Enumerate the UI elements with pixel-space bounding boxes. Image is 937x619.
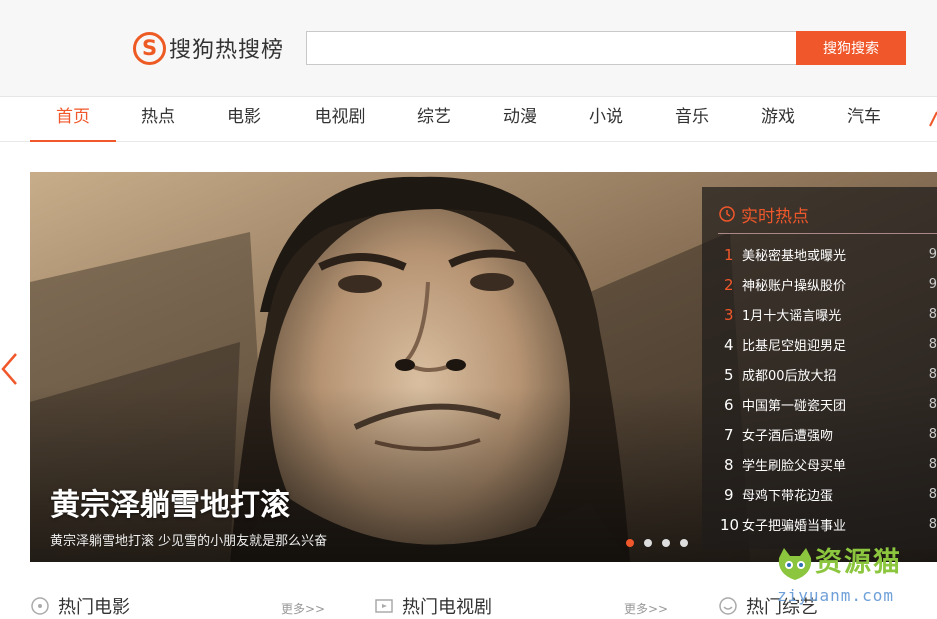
hot-rank: 8 — [724, 456, 734, 474]
realtime-hot-panel: 实时热点 1 美秘密基地或曝光 9 2 神秘账户操纵股价 9 3 1月十大谣言曝光 8 4比… — [702, 187, 937, 549]
list-item[interactable]: 8 学生刷脸父母买单 8 — [724, 450, 937, 480]
nav-item-tv[interactable]: 电视剧 — [306, 97, 374, 142]
hot-text[interactable]: 母鸡下带花边蛋 — [742, 482, 833, 512]
carousel-prev-arrow-icon[interactable] — [0, 352, 20, 386]
section-hot-movies-header[interactable]: 热门电影 — [30, 596, 130, 618]
list-item[interactable]: 5 成都00后放大招 8 — [724, 360, 937, 390]
hot-text[interactable]: 女子酒后遭强吻 — [742, 422, 833, 452]
hot-text[interactable]: 比基尼空姐迎男足 — [742, 332, 846, 362]
hot-cut-value: 8 — [928, 397, 937, 412]
hot-text[interactable]: 中国第一碰瓷天团 — [742, 392, 846, 422]
nav-item-movie[interactable]: 电影 — [214, 97, 274, 142]
logo-s-icon: S — [133, 31, 166, 65]
hot-text[interactable]: 美秘密基地或曝光 — [742, 242, 846, 272]
tv-icon — [375, 599, 393, 613]
sogou-logo[interactable]: S 搜狗热搜榜 — [133, 30, 284, 66]
more-link-tv[interactable]: 更多>> — [624, 600, 668, 617]
hot-cut-value: 9 — [928, 247, 937, 262]
logo-text: 搜狗热搜榜 — [169, 38, 285, 63]
nav-item-music[interactable]: 音乐 — [662, 97, 722, 142]
hot-text[interactable]: 成都00后放大招 — [742, 362, 837, 392]
hot-panel-title: 实时热点 — [741, 206, 809, 227]
hot-rank: 1 — [724, 246, 734, 264]
hot-panel-header: 实时热点 — [718, 201, 809, 227]
watermark-text: 资源猫 — [815, 547, 902, 578]
variety-icon — [719, 597, 737, 615]
nav-item-novel[interactable]: 小说 — [576, 97, 636, 142]
nav-overflow-icon[interactable] — [926, 110, 937, 128]
search-input[interactable] — [306, 31, 797, 65]
carousel-dot[interactable] — [680, 539, 688, 547]
list-item[interactable]: 1 美秘密基地或曝光 9 — [724, 240, 937, 270]
category-nav: 首页 热点 电影 电视剧 综艺 动漫 小说 音乐 游戏 汽车 — [0, 97, 937, 142]
section-hot-tv-header[interactable]: 热门电视剧 — [374, 596, 492, 618]
nav-item-variety[interactable]: 综艺 — [404, 97, 464, 142]
list-item[interactable]: 6 中国第一碰瓷天团 8 — [724, 390, 937, 420]
carousel-dot[interactable] — [644, 539, 652, 547]
film-icon — [31, 597, 49, 615]
banner-title[interactable]: 黄宗泽躺雪地打滚 — [50, 480, 290, 524]
hot-rank: 2 — [724, 276, 734, 294]
hot-list: 1 美秘密基地或曝光 9 2 神秘账户操纵股价 9 3 1月十大谣言曝光 8 4 比基尼空姐迎… — [720, 240, 937, 542]
section-title: 热门电影 — [58, 597, 130, 618]
hot-text[interactable]: 1月十大谣言曝光 — [742, 302, 841, 332]
hot-panel-divider — [718, 233, 937, 234]
hot-rank: 5 — [724, 366, 734, 384]
more-link-movies[interactable]: 更多>> — [281, 600, 325, 617]
hot-cut-value: 8 — [928, 517, 937, 532]
hot-rank: 6 — [724, 396, 734, 414]
hot-cut-value: 8 — [928, 307, 937, 322]
hot-rank: 3 — [724, 306, 734, 324]
nav-item-home[interactable]: 首页 — [30, 97, 116, 142]
hot-cut-value: 8 — [928, 457, 937, 472]
list-item[interactable]: 3 1月十大谣言曝光 8 — [724, 300, 937, 330]
hot-cut-value: 8 — [928, 487, 937, 502]
clock-icon — [719, 206, 735, 222]
hot-rank: 4 — [724, 336, 734, 354]
hot-cut-value: 8 — [928, 427, 937, 442]
hot-cut-value: 8 — [928, 337, 937, 352]
nav-item-anime[interactable]: 动漫 — [490, 97, 550, 142]
hot-text[interactable]: 学生刷脸父母买单 — [742, 452, 846, 482]
carousel-dot[interactable] — [626, 539, 634, 547]
list-item[interactable]: 4 比基尼空姐迎男足 8 — [724, 330, 937, 360]
hot-rank: 10 — [720, 516, 740, 534]
hot-text[interactable]: 女子把骗婚当事业 — [742, 512, 846, 542]
carousel-dot[interactable] — [662, 539, 670, 547]
watermark: 资源猫 ziyuanm.com — [773, 540, 937, 611]
list-item[interactable]: 10 女子把骗婚当事业 8 — [720, 510, 937, 542]
list-item[interactable]: 9 母鸡下带花边蛋 8 — [724, 480, 937, 510]
cat-logo-icon — [778, 548, 812, 580]
section-title: 热门电视剧 — [402, 597, 492, 618]
watermark-url: ziyuanm.com — [777, 586, 894, 605]
list-item[interactable]: 7 女子酒后遭强吻 8 — [724, 420, 937, 450]
list-item[interactable]: 2 神秘账户操纵股价 9 — [724, 270, 937, 300]
hot-cut-value: 9 — [928, 277, 937, 292]
hot-rank: 9 — [724, 486, 734, 504]
hot-rank: 7 — [724, 426, 734, 444]
nav-item-game[interactable]: 游戏 — [748, 97, 808, 142]
hot-cut-value: 8 — [928, 367, 937, 382]
nav-item-hot[interactable]: 热点 — [128, 97, 188, 142]
carousel-dots — [626, 539, 688, 547]
top-header: S 搜狗热搜榜 搜狗搜索 — [0, 0, 937, 97]
banner-subtitle: 黄宗泽躺雪地打滚 少见雪的小朋友就是那么兴奋 — [50, 534, 328, 549]
nav-item-car[interactable]: 汽车 — [834, 97, 894, 142]
hot-text[interactable]: 神秘账户操纵股价 — [742, 272, 846, 302]
search-button[interactable]: 搜狗搜索 — [796, 31, 906, 65]
